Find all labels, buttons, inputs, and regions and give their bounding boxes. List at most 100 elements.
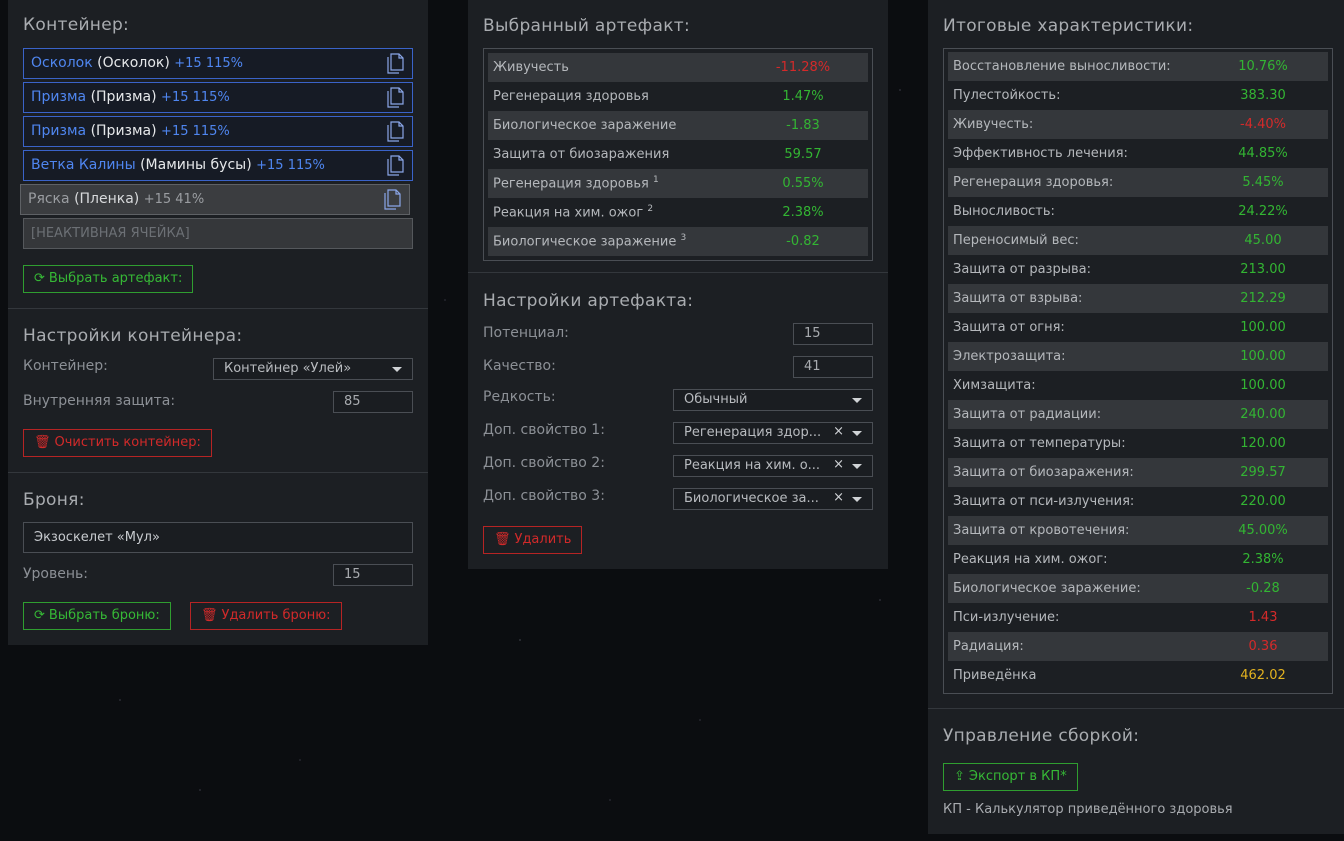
stat-label: Защита от пси-излучения: — [953, 494, 1135, 509]
stat-label: Защита от биозаражения: — [948, 458, 1198, 487]
artifact-slot[interactable]: Призма (Призма) +15 115% — [23, 116, 413, 147]
stat-label: Переносимый вес: — [948, 226, 1198, 255]
stat-label: Защита от биозаражения — [493, 147, 670, 162]
artifact-slot[interactable]: Призма (Призма) +15 115% — [23, 82, 413, 113]
slot-level: +15 115% — [161, 124, 230, 139]
container-label: Контейнер: — [23, 358, 108, 374]
stat-row: Приведёнка 462.02 — [948, 661, 1328, 690]
stat-row: Радиация: 0.36 — [948, 632, 1328, 661]
stat-value: 45.00% — [1198, 516, 1328, 545]
stat-footnote-mark: 3 — [680, 233, 687, 244]
stat-value: 100.00 — [1240, 320, 1286, 335]
stat-row: Защита от температуры: 120.00 — [948, 429, 1328, 458]
extra1-select[interactable]: Регенерация здор... × — [673, 422, 873, 444]
stat-footnote-mark: 1 — [652, 175, 659, 186]
stat-label: Защита от радиации: — [948, 400, 1198, 429]
chevron-down-icon — [852, 464, 862, 469]
stat-row: Защита от кровотечения: 45.00% — [948, 516, 1328, 545]
artifact-slot[interactable]: Ряска (Пленка) +15 41% — [20, 184, 410, 215]
summary-title: Итоговые характеристики: — [943, 16, 1194, 36]
stat-label: Восстановление выносливости: — [948, 52, 1198, 81]
quality-input[interactable]: 41 — [793, 356, 873, 378]
summary-stats-table: Восстановление выносливости: 10.76% Пулест… — [943, 48, 1333, 694]
slot-level: +15 115% — [256, 158, 325, 173]
artifact-stats-table: Живучесть -11.28% Регенерация здоровья 1.47… — [483, 48, 873, 261]
artifact-title: Выбранный артефакт: — [483, 16, 691, 36]
slot-original: (Пленка) — [74, 191, 140, 207]
chevron-down-icon — [852, 398, 862, 403]
stat-label: Живучесть — [488, 53, 738, 82]
delete-armor-button[interactable]: 🗑 Удалить броню: — [190, 602, 342, 630]
stat-label: Радиация: — [948, 632, 1198, 661]
rarity-label: Редкость: — [483, 389, 556, 405]
clear-icon[interactable]: × — [833, 424, 844, 440]
container-select[interactable]: Контейнер «Улей» — [213, 358, 413, 380]
stat-label: Биологическое заражение — [488, 111, 738, 140]
stat-label: Защита от разрыва: — [953, 262, 1091, 277]
rarity-select[interactable]: Обычный — [673, 389, 873, 411]
stat-row: Живучесть -11.28% — [488, 53, 868, 82]
copy-icon[interactable] — [386, 53, 404, 74]
slot-level: +15 115% — [161, 90, 230, 105]
copy-icon[interactable] — [386, 121, 404, 142]
clear-icon[interactable]: × — [833, 457, 844, 473]
potential-input[interactable]: 15 — [793, 323, 873, 345]
stat-row: Регенерация здоровья 1.47% — [488, 82, 868, 111]
armor-input[interactable]: Экзоскелет «Мул» — [23, 522, 413, 553]
stat-value: -0.82 — [738, 227, 868, 256]
clear-container-button[interactable]: 🗑 Очистить контейнер: — [23, 429, 212, 457]
stat-value: 213.00 — [1240, 262, 1286, 277]
copy-icon[interactable] — [386, 87, 404, 108]
divider — [468, 272, 888, 273]
copy-icon[interactable] — [386, 155, 404, 176]
extra2-label: Доп. свойство 2: — [483, 455, 605, 471]
slot-original: (Мамины бусы) — [140, 157, 252, 173]
level-label: Уровень: — [23, 566, 88, 582]
clear-icon[interactable]: × — [833, 490, 844, 506]
stat-value: 240.00 — [1198, 400, 1328, 429]
artifact-settings-title: Настройки артефакта: — [483, 291, 694, 311]
inner-protection-input[interactable]: 85 — [333, 391, 413, 413]
stat-label: Регенерация здоровья — [493, 89, 649, 104]
stat-label: Регенерация здоровья 1 — [488, 169, 738, 198]
slot-level: +15 115% — [174, 56, 243, 71]
slot-original: (Призма) — [90, 123, 157, 139]
stat-row: Защита от пси-излучения: 220.00 — [948, 487, 1328, 516]
stat-row: Пулестойкость: 383.30 — [948, 81, 1328, 110]
stat-label: Защита от огня: — [953, 320, 1065, 335]
footnote: КП - Калькулятор приведённого здоровья — [943, 802, 1233, 817]
stat-row: Защита от биозаражения 59.57 — [488, 140, 868, 169]
extra2-select[interactable]: Реакция на хим. о... × — [673, 455, 873, 477]
armor-title: Броня: — [23, 490, 85, 510]
stat-value: 2.38% — [782, 205, 824, 220]
stat-row: Выносливость: 24.22% — [948, 197, 1328, 226]
stat-row: Пси-излучение: 1.43 — [948, 603, 1328, 632]
stat-footnote-mark: 2 — [647, 204, 654, 215]
stat-value: 0.36 — [1198, 632, 1328, 661]
stat-label: Регенерация здоровья: — [948, 168, 1198, 197]
stat-row: Защита от взрыва: 212.29 — [948, 284, 1328, 313]
delete-artifact-button[interactable]: 🗑 Удалить — [483, 526, 583, 554]
copy-icon[interactable] — [383, 189, 401, 210]
artifact-slot[interactable]: Осколок (Осколок) +15 115% — [23, 48, 413, 79]
refresh-icon: ⟳ — [34, 608, 45, 623]
stat-label: Биологическое заражение: — [948, 574, 1198, 603]
level-input[interactable]: 15 — [333, 564, 413, 586]
stat-row: Живучесть: -4.40% — [948, 110, 1328, 139]
container-settings-title: Настройки контейнера: — [23, 326, 243, 346]
stat-row: Биологическое заражение: -0.28 — [948, 574, 1328, 603]
stat-value: 120.00 — [1240, 436, 1286, 451]
choose-armor-button[interactable]: ⟳ Выбрать броню: — [23, 602, 171, 630]
slot-name: Ветка Калины — [31, 157, 136, 173]
extra3-select[interactable]: Биологическое за... × — [673, 488, 873, 510]
stat-row: Регенерация здоровья 1 0.55% — [488, 169, 868, 198]
stat-label: Защита от взрыва: — [948, 284, 1198, 313]
stat-label: Биологическое заражение 3 — [488, 227, 738, 256]
artifact-slot[interactable]: Ветка Калины (Мамины бусы) +15 115% — [23, 150, 413, 181]
upload-icon: ⇪ — [954, 769, 965, 784]
stat-value: 45.00 — [1198, 226, 1328, 255]
stat-row: Эффективность лечения: 44.85% — [948, 139, 1328, 168]
choose-artifact-button[interactable]: ⟳ Выбрать артефакт: — [23, 265, 194, 293]
export-button[interactable]: ⇪ Экспорт в КП* — [943, 763, 1078, 791]
stat-row: Реакция на хим. ожог: 2.38% — [948, 545, 1328, 574]
